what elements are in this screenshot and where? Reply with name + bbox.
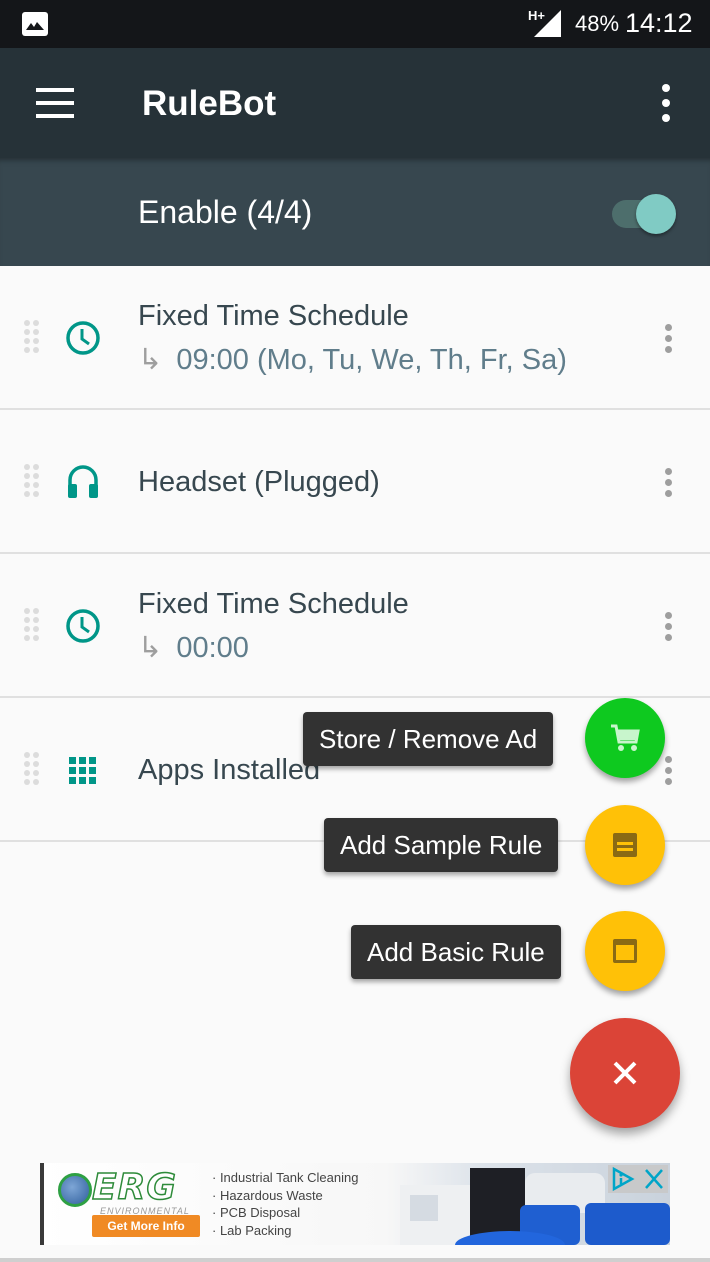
drag-handle-icon[interactable]	[24, 464, 40, 498]
enable-toggle[interactable]	[610, 194, 676, 234]
rule-subtitle-text: 00:00	[176, 632, 249, 664]
rule-more-icon[interactable]	[660, 612, 676, 642]
add-sample-rule-label[interactable]: Add Sample Rule	[324, 818, 559, 872]
rule-more-icon[interactable]	[660, 324, 676, 354]
subtitle-arrow-icon: ↳	[138, 344, 163, 376]
image-icon	[22, 12, 48, 36]
enable-bar: Enable (4/4)	[0, 158, 710, 266]
cart-icon	[611, 724, 640, 751]
toggle-thumb	[636, 194, 676, 234]
add-basic-rule-label[interactable]: Add Basic Rule	[351, 925, 561, 979]
hamburger-menu-icon[interactable]	[36, 88, 74, 118]
ad-bullet: · Hazardous Waste	[212, 1187, 323, 1203]
clock: 14:12	[625, 8, 693, 38]
close-icon	[613, 1061, 637, 1085]
ad-bullets: · Industrial Tank Cleaning · Hazardous W…	[212, 1169, 358, 1239]
close-fab-button[interactable]	[570, 1018, 680, 1128]
more-vert-icon[interactable]	[656, 84, 676, 122]
screen: H+ 48% 14:12 RuleBot Enable (4/4) Fixed …	[0, 0, 710, 1262]
drag-handle-icon[interactable]	[24, 320, 40, 354]
rule-title: Apps Installed	[138, 754, 321, 786]
subtitle-arrow-icon: ↳	[138, 632, 163, 664]
rule-title: Fixed Time Schedule	[138, 588, 409, 620]
battery-level: 48%	[575, 11, 620, 36]
sample-rule-icon	[613, 833, 637, 857]
ad-choices[interactable]	[608, 1165, 668, 1193]
add-sample-rule-button[interactable]	[585, 805, 665, 885]
headset-icon	[68, 465, 98, 498]
rule-subtitle: ↳ 09:00 (Mo, Tu, We, Th, Fr, Sa)	[138, 342, 567, 377]
rule-item[interactable]: Headset (Plugged)	[0, 410, 710, 554]
signal-icon	[534, 10, 561, 37]
rule-more-icon[interactable]	[660, 468, 676, 498]
bottom-divider	[0, 1258, 710, 1262]
store-remove-ad-label[interactable]: Store / Remove Ad	[303, 712, 554, 766]
ad-bullet: · Lab Packing	[212, 1222, 292, 1238]
ad-bullet: · Industrial Tank Cleaning	[212, 1170, 359, 1185]
rule-item[interactable]: Fixed Time Schedule ↳ 09:00 (Mo, Tu, We, …	[0, 266, 710, 410]
add-basic-rule-button[interactable]	[585, 911, 665, 991]
ad-brand: ERG	[91, 1166, 177, 1209]
store-remove-ad-button[interactable]	[585, 698, 665, 778]
rule-title: Fixed Time Schedule	[138, 300, 409, 332]
drag-handle-icon[interactable]	[24, 608, 40, 642]
app-title: RuleBot	[142, 84, 277, 123]
drag-handle-icon[interactable]	[24, 752, 40, 786]
clock-icon	[66, 609, 100, 643]
ad-close-icon	[645, 1169, 663, 1189]
ad-info-icon	[612, 1166, 635, 1192]
ad-border	[40, 1163, 44, 1245]
rule-subtitle: ↳ 00:00	[138, 630, 249, 665]
enable-label: Enable (4/4)	[138, 194, 313, 230]
ad-banner[interactable]: ERG ENVIRONMENTALSERVICES Get More Info …	[40, 1163, 670, 1245]
apps-grid-icon	[69, 757, 96, 784]
erg-globe-logo	[58, 1173, 92, 1207]
ad-bullet: · PCB Disposal	[212, 1205, 301, 1220]
clock-icon	[66, 321, 100, 355]
rule-more-icon[interactable]	[660, 756, 676, 786]
status-bar: H+ 48% 14:12	[0, 0, 710, 48]
rule-title: Headset (Plugged)	[138, 466, 380, 498]
app-bar: RuleBot	[0, 48, 710, 158]
rule-subtitle-text: 09:00 (Mo, Tu, We, Th, Fr, Sa)	[176, 344, 567, 376]
rule-item[interactable]: Fixed Time Schedule ↳ 00:00	[0, 554, 710, 698]
ad-cta-button[interactable]: Get More Info	[92, 1215, 200, 1237]
basic-rule-icon	[613, 939, 637, 963]
